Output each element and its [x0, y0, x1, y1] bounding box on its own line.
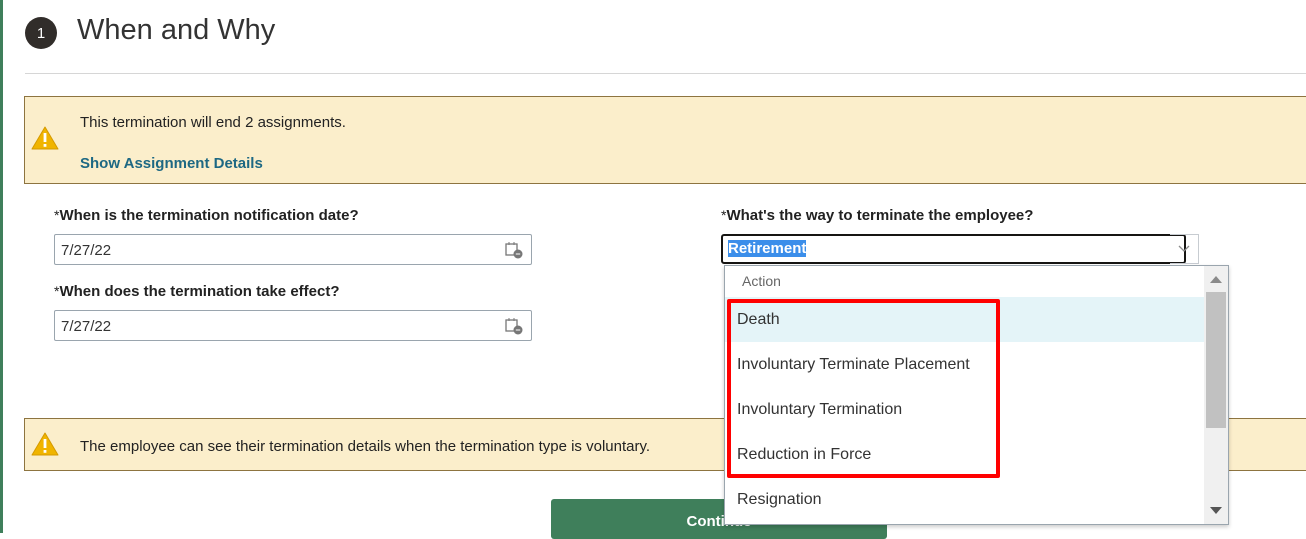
- warning-icon: [31, 432, 59, 456]
- annotation-highlight-box: [727, 299, 1000, 478]
- notification-date-input[interactable]: 7/27/22: [54, 234, 532, 265]
- dropdown-scrollbar[interactable]: [1204, 266, 1228, 524]
- chevron-down-icon[interactable]: [1170, 234, 1199, 264]
- warning-icon: [31, 126, 59, 150]
- notification-date-label: *When is the termination notification da…: [54, 207, 359, 224]
- page-title: When and Why: [77, 14, 276, 46]
- divider: [25, 73, 1306, 74]
- effective-date-input[interactable]: 7/27/22: [54, 310, 532, 341]
- dropdown-group-header: Action: [742, 273, 781, 289]
- scrollbar-thumb[interactable]: [1206, 292, 1226, 428]
- termination-way-select[interactable]: Retirement: [721, 234, 1186, 264]
- show-assignment-details-link[interactable]: Show Assignment Details: [80, 155, 263, 172]
- scroll-down-icon[interactable]: [1210, 507, 1222, 514]
- left-accent-stripe: [0, 0, 3, 533]
- scroll-up-icon[interactable]: [1210, 276, 1222, 283]
- step-number-badge: 1: [25, 17, 57, 49]
- calendar-icon[interactable]: [505, 241, 523, 259]
- assignments-warning: This termination will end 2 assignments.…: [24, 96, 1306, 184]
- effective-date-label: *When does the termination take effect?: [54, 283, 340, 300]
- warning-message: The employee can see their termination d…: [80, 438, 651, 455]
- calendar-icon[interactable]: [505, 317, 523, 335]
- warning-message: This termination will end 2 assignments.: [80, 114, 346, 131]
- termination-way-label: *What's the way to terminate the employe…: [721, 207, 1034, 224]
- dropdown-option[interactable]: Resignation: [725, 477, 1205, 522]
